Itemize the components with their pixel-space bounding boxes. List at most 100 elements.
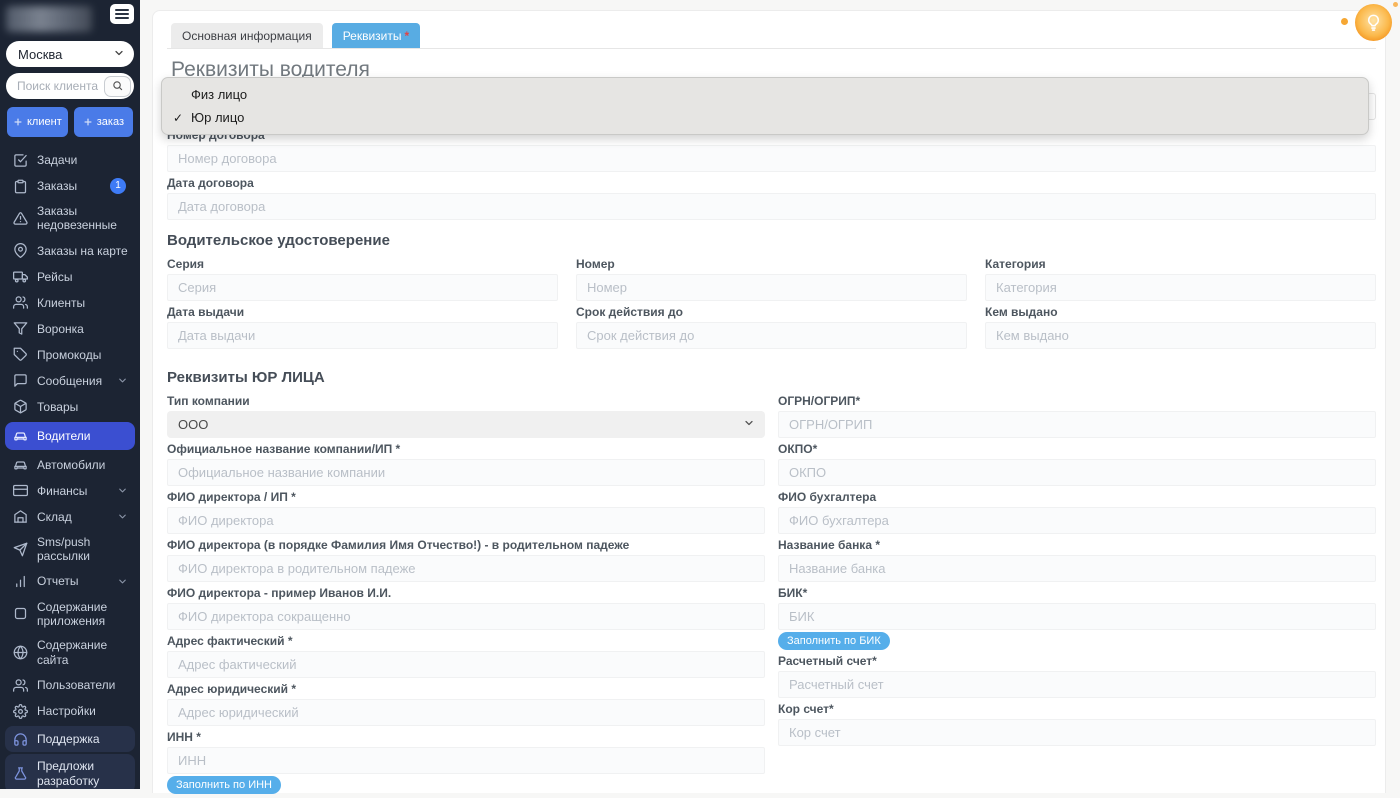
text-input[interactable] bbox=[167, 555, 765, 582]
sidebar-item-label: Воронка bbox=[37, 321, 84, 336]
text-input[interactable] bbox=[985, 322, 1376, 349]
dropdown-option[interactable]: Физ лицо bbox=[162, 83, 1368, 106]
text-input[interactable] bbox=[167, 699, 765, 726]
text-input[interactable] bbox=[167, 193, 1376, 220]
logo bbox=[6, 6, 92, 32]
text-input[interactable] bbox=[985, 274, 1376, 301]
sidebar-menu-item[interactable]: Промокоды bbox=[0, 342, 140, 368]
sidebar-menu-item[interactable]: Автомобили bbox=[0, 452, 140, 478]
sidebar-item-label: Содержание приложения bbox=[37, 599, 108, 628]
form-field: Адрес фактический * bbox=[167, 634, 765, 678]
sidebar-menu-item[interactable]: Товары bbox=[0, 394, 140, 420]
sidebar-menu-item[interactable]: Воронка bbox=[0, 316, 140, 342]
text-input[interactable] bbox=[576, 274, 967, 301]
add-order-button[interactable]: заказ bbox=[73, 107, 133, 137]
form-field: Дата выдачи bbox=[167, 305, 558, 349]
chevron-down-icon bbox=[117, 511, 128, 522]
sidebar-menu-item[interactable]: Пользователи bbox=[0, 672, 140, 698]
app-window-icon bbox=[13, 606, 29, 622]
search-input[interactable] bbox=[8, 79, 104, 93]
sidebar-menu-item[interactable]: Настройки bbox=[0, 698, 140, 724]
text-input[interactable] bbox=[167, 459, 765, 486]
sidebar-item-label: Содержание сайта bbox=[37, 638, 108, 667]
sidebar-item-label: Предложи разработку bbox=[37, 759, 100, 788]
funnel-icon bbox=[13, 321, 29, 337]
text-input[interactable] bbox=[778, 671, 1376, 698]
add-client-button[interactable]: клиент bbox=[7, 107, 68, 137]
form-field: Срок действия до bbox=[576, 305, 967, 349]
sidebar-menu-item[interactable]: Финансы bbox=[0, 478, 140, 504]
sidebar-menu-item[interactable]: Рейсы bbox=[0, 264, 140, 290]
text-input[interactable] bbox=[576, 322, 967, 349]
glow-dot bbox=[1393, 2, 1398, 7]
sidebar-menu-item[interactable]: Задачи bbox=[0, 147, 140, 173]
sidebar-menu-item[interactable]: Содержание приложения bbox=[0, 595, 140, 634]
clipboard-icon bbox=[13, 178, 29, 194]
tab[interactable]: Реквизиты * bbox=[331, 23, 421, 48]
text-input[interactable] bbox=[167, 651, 765, 678]
field-label: ФИО директора / ИП * bbox=[167, 490, 296, 504]
hint-lightbulb-icon[interactable] bbox=[1355, 4, 1392, 41]
chevron-down-icon bbox=[117, 576, 128, 587]
sidebar-menu-item[interactable]: Поддержка bbox=[5, 726, 135, 753]
company-type-select[interactable]: ООО bbox=[167, 411, 765, 438]
text-input[interactable] bbox=[778, 555, 1376, 582]
sidebar-item-label: Клиенты bbox=[37, 295, 86, 310]
field-label: ФИО бухгалтера bbox=[778, 490, 877, 504]
text-input[interactable] bbox=[778, 603, 1376, 630]
sidebar-menu-item[interactable]: Сообщения bbox=[0, 368, 140, 394]
content-card: Основная информация Реквизиты * Реквизиты… bbox=[152, 10, 1386, 794]
text-input[interactable] bbox=[167, 603, 765, 630]
text-input[interactable] bbox=[167, 322, 558, 349]
fill-by-button[interactable]: Заполнить по ИНН bbox=[167, 776, 281, 794]
sidebar-menu-item[interactable]: Предложи разработку bbox=[5, 754, 135, 789]
jur-columns: Тип компании ООО Официальное название ко… bbox=[167, 394, 1376, 798]
text-input[interactable] bbox=[167, 274, 558, 301]
field-label: ФИО директора (в порядке Фамилия Имя Отч… bbox=[167, 538, 630, 552]
fill-by-button[interactable]: Заполнить по БИК bbox=[778, 632, 890, 650]
sidebar-menu-item[interactable]: Заказы на карте bbox=[0, 238, 140, 264]
city-select[interactable]: Москва bbox=[6, 41, 134, 67]
form-field: Серия bbox=[167, 257, 558, 301]
sidebar-menu-item[interactable]: Заказы 1 bbox=[0, 173, 140, 199]
tab[interactable]: Основная информация bbox=[171, 23, 323, 48]
sidebar-actions: клиент заказ bbox=[7, 107, 133, 137]
sidebar-menu-item[interactable]: Sms/push рассылки bbox=[0, 530, 140, 569]
sidebar-menu-item[interactable]: Заказы недовезенные bbox=[0, 199, 140, 238]
menu-toggle-button[interactable] bbox=[110, 4, 134, 24]
form-field: Адрес юридический * bbox=[167, 682, 765, 726]
sidebar-menu-item[interactable]: Отчеты bbox=[0, 569, 140, 595]
text-input[interactable] bbox=[778, 411, 1376, 438]
sidebar-menu-item[interactable]: Содержание сайта bbox=[0, 633, 140, 672]
main-area: Основная информация Реквизиты * Реквизиты… bbox=[140, 0, 1400, 794]
section-title-license: Водительское удостоверение bbox=[167, 232, 390, 249]
warehouse-icon bbox=[13, 509, 29, 525]
text-input[interactable] bbox=[167, 507, 765, 534]
text-input[interactable] bbox=[778, 459, 1376, 486]
sidebar-menu-item[interactable]: Склад bbox=[0, 504, 140, 530]
jur-right-column: ОГРН/ОГРИП* ОКПО* bbox=[778, 394, 1376, 798]
search-button[interactable] bbox=[104, 75, 131, 97]
field-label: ОКПО* bbox=[778, 442, 818, 456]
truck-icon bbox=[13, 269, 29, 285]
form-field: ФИО директора / ИП * bbox=[167, 490, 765, 534]
dropdown-option[interactable]: ✓ Юр лицо bbox=[162, 106, 1368, 129]
field-label: Номер bbox=[576, 257, 615, 271]
sidebar-item-label: Задачи bbox=[37, 152, 78, 167]
text-input[interactable] bbox=[167, 145, 1376, 172]
text-input[interactable] bbox=[167, 747, 765, 774]
sidebar-menu-item[interactable]: Водители bbox=[5, 421, 135, 450]
form-field: Кем выдано bbox=[985, 305, 1376, 349]
entity-type-dropdown: Физ лицо ✓ Юр лицо bbox=[161, 77, 1369, 135]
field-label: Адрес юридический * bbox=[167, 682, 297, 696]
field-label: Серия bbox=[167, 257, 205, 271]
form-field: ОГРН/ОГРИП* bbox=[778, 394, 1376, 438]
chevron-down-icon bbox=[117, 485, 128, 496]
field-label: Срок действия до bbox=[576, 305, 683, 319]
chevron-down-icon bbox=[113, 47, 125, 62]
text-input[interactable] bbox=[778, 719, 1376, 746]
field-label: Дата договора bbox=[167, 176, 254, 190]
sidebar-menu-item[interactable]: Клиенты bbox=[0, 290, 140, 316]
text-input[interactable] bbox=[778, 507, 1376, 534]
plus-icon bbox=[83, 117, 93, 127]
